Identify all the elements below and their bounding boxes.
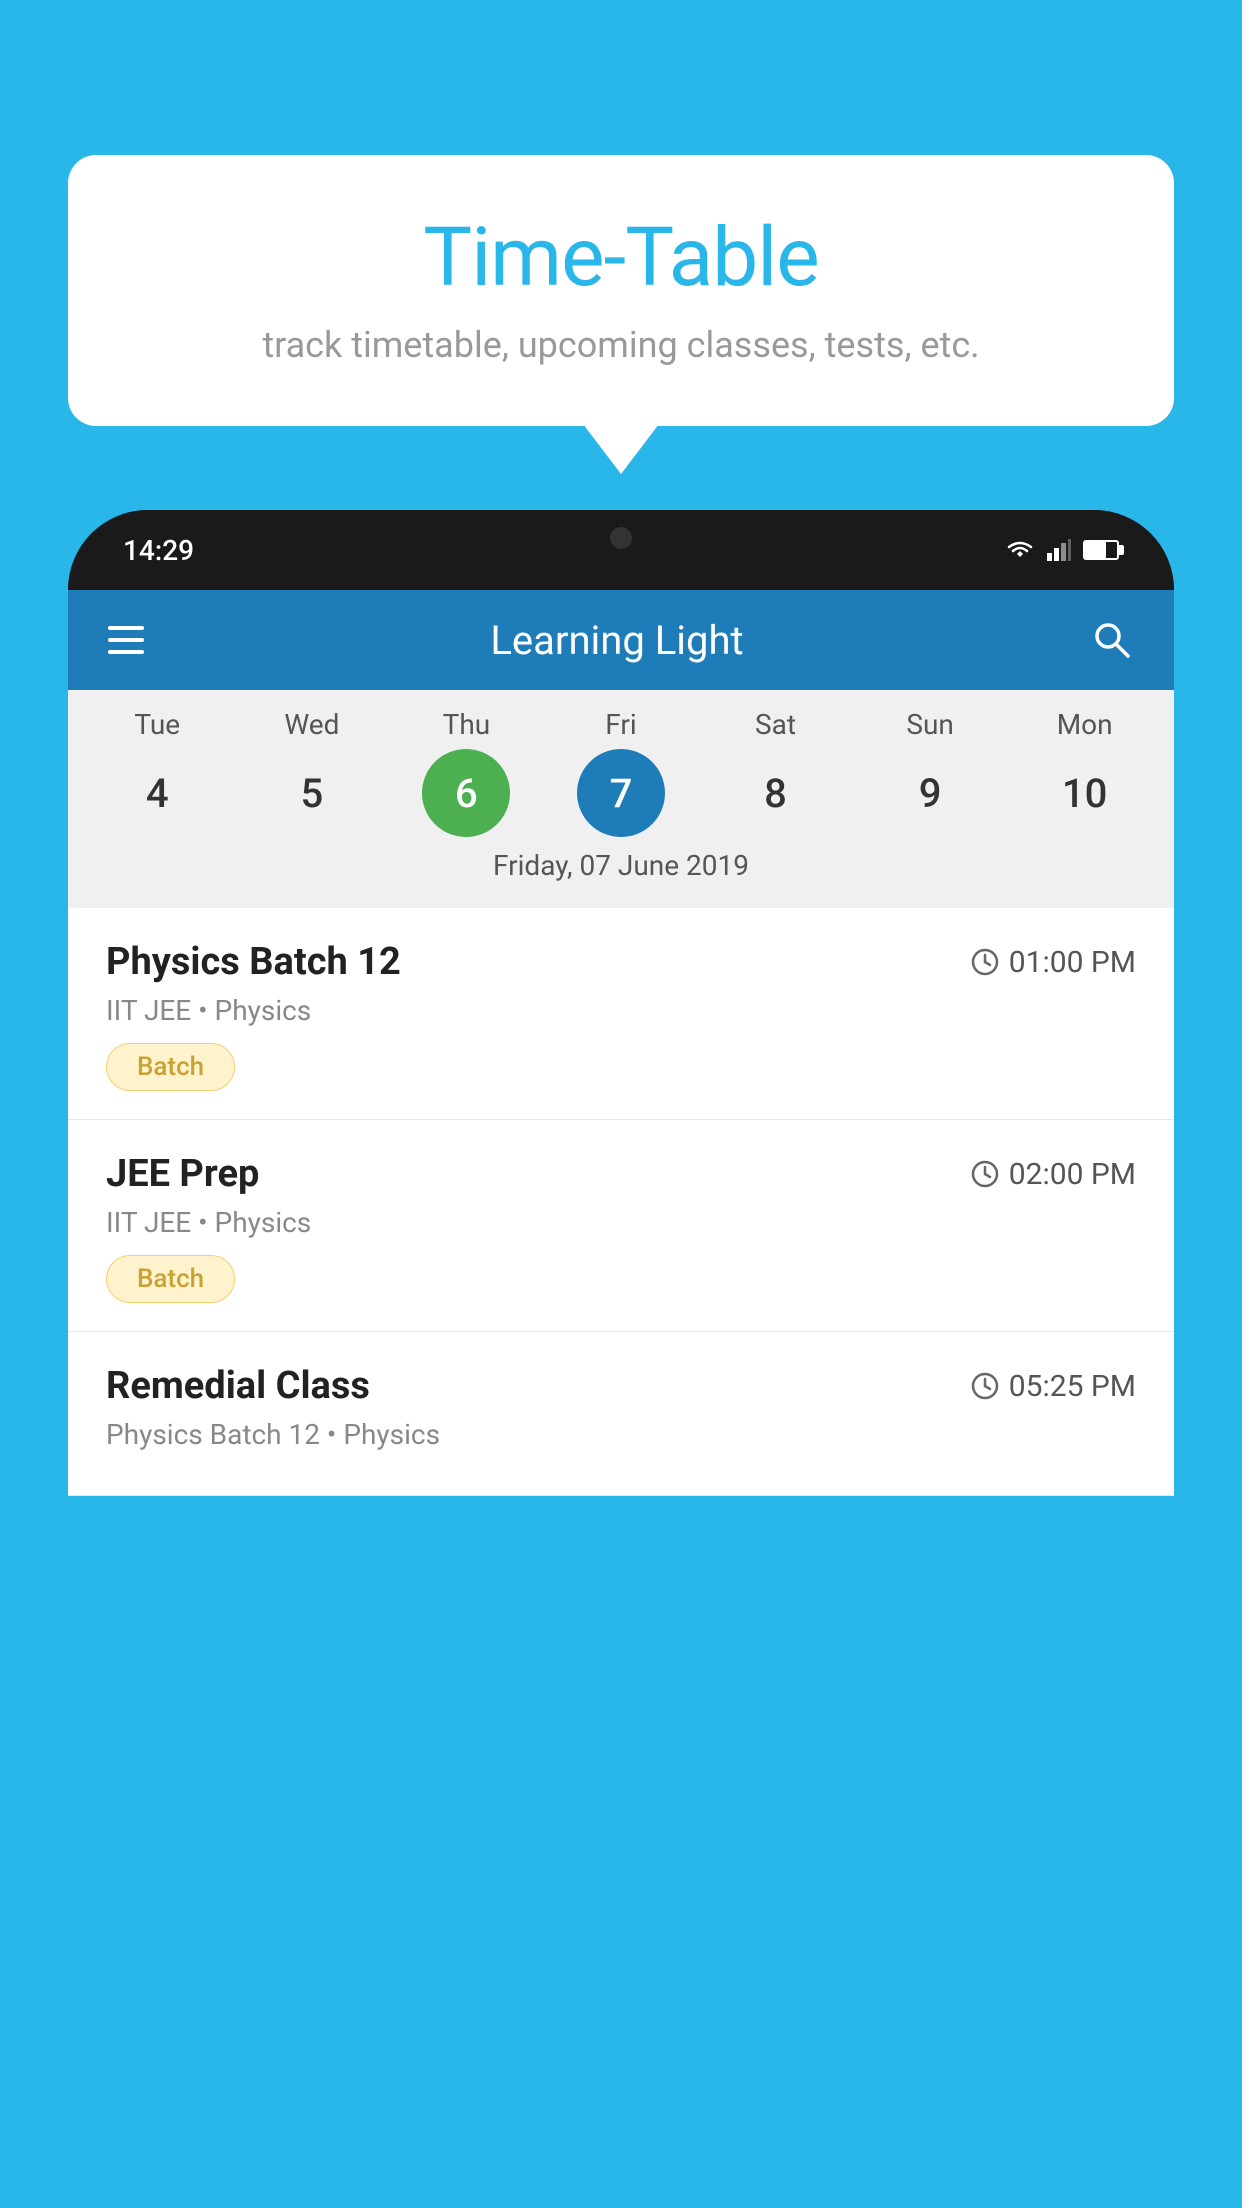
schedule-item-2-header: JEE Prep 02:00 PM: [106, 1152, 1136, 1196]
search-button[interactable]: [1090, 618, 1134, 662]
phone: 14:29: [68, 510, 1174, 1496]
notch-camera: [610, 527, 632, 549]
bubble-subtitle: track timetable, upcoming classes, tests…: [128, 324, 1114, 366]
schedule-item-3-time: 05:25 PM: [971, 1369, 1136, 1404]
day-5[interactable]: 5: [268, 749, 356, 837]
day-label-thu: Thu: [416, 708, 516, 741]
schedule-item-3[interactable]: Remedial Class 05:25 PM Physics Batch 12…: [68, 1332, 1174, 1496]
day-label-tue: Tue: [107, 708, 207, 741]
schedule-item-2[interactable]: JEE Prep 02:00 PM IIT JEE • Physics Batc…: [68, 1120, 1174, 1332]
phone-wrap: 14:29: [68, 510, 1174, 2208]
day-8[interactable]: 8: [732, 749, 820, 837]
clock-icon-2: [971, 1160, 999, 1188]
day-4[interactable]: 4: [113, 749, 201, 837]
day-7-selected[interactable]: 7: [577, 749, 665, 837]
hamburger-line: [108, 626, 144, 630]
schedule-item-1[interactable]: Physics Batch 12 01:00 PM IIT JEE • Phys…: [68, 908, 1174, 1120]
clock-icon-1: [971, 948, 999, 976]
wifi-icon: [1005, 539, 1035, 561]
status-time: 14:29: [123, 534, 194, 567]
search-icon: [1090, 618, 1134, 662]
schedule-item-3-title: Remedial Class: [106, 1364, 370, 1408]
day-6-today[interactable]: 6: [422, 749, 510, 837]
app-title: Learning Light: [184, 617, 1050, 664]
day-9[interactable]: 9: [886, 749, 974, 837]
schedule-item-1-badge: Batch: [106, 1043, 235, 1091]
schedule-item-3-meta: Physics Batch 12 • Physics: [106, 1418, 1136, 1451]
day-labels: Tue Wed Thu Fri Sat Sun Mon: [68, 708, 1174, 741]
signal-icon: [1047, 539, 1071, 561]
schedule-item-1-meta: IIT JEE • Physics: [106, 994, 1136, 1027]
notch: [551, 510, 691, 565]
schedule-item-1-header: Physics Batch 12 01:00 PM: [106, 940, 1136, 984]
schedule-item-2-badge: Batch: [106, 1255, 235, 1303]
hamburger-line: [108, 638, 144, 642]
day-label-sun: Sun: [880, 708, 980, 741]
day-10[interactable]: 10: [1041, 749, 1129, 837]
schedule-item-3-time-text: 05:25 PM: [1009, 1369, 1136, 1404]
day-numbers: 4 5 6 7 8 9 10: [68, 749, 1174, 837]
schedule-container: Physics Batch 12 01:00 PM IIT JEE • Phys…: [68, 908, 1174, 1496]
schedule-item-2-meta: IIT JEE • Physics: [106, 1206, 1136, 1239]
schedule-item-1-title: Physics Batch 12: [106, 940, 401, 984]
day-label-wed: Wed: [262, 708, 362, 741]
day-label-mon: Mon: [1035, 708, 1135, 741]
app-header: Learning Light: [68, 590, 1174, 690]
bubble-title: Time-Table: [128, 210, 1114, 306]
schedule-item-2-time: 02:00 PM: [971, 1157, 1136, 1192]
schedule-item-3-header: Remedial Class 05:25 PM: [106, 1364, 1136, 1408]
selected-date-label: Friday, 07 June 2019: [68, 837, 1174, 898]
schedule-item-1-time: 01:00 PM: [971, 945, 1136, 980]
schedule-item-2-title: JEE Prep: [106, 1152, 259, 1196]
day-label-fri: Fri: [571, 708, 671, 741]
day-label-sat: Sat: [726, 708, 826, 741]
hamburger-line: [108, 650, 144, 654]
battery-icon: [1083, 540, 1119, 560]
hamburger-menu-button[interactable]: [108, 626, 144, 654]
calendar-strip: Tue Wed Thu Fri Sat Sun Mon 4 5 6 7 8 9 …: [68, 690, 1174, 908]
schedule-item-1-time-text: 01:00 PM: [1009, 945, 1136, 980]
status-bar: 14:29: [68, 510, 1174, 590]
speech-bubble: Time-Table track timetable, upcoming cla…: [68, 155, 1174, 426]
clock-icon-3: [971, 1372, 999, 1400]
status-icons: [1005, 539, 1119, 561]
schedule-item-2-time-text: 02:00 PM: [1009, 1157, 1136, 1192]
